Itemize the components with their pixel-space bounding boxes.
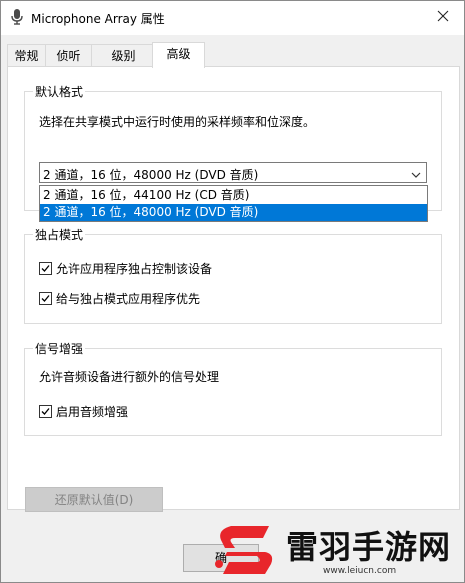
close-button[interactable] [432,6,454,28]
signal-enhancement-legend: 信号增强 [33,340,86,357]
enable-enhancement-checkbox[interactable]: 启用音频增强 [39,403,128,420]
exclusive-mode-legend: 独占模式 [33,226,86,243]
title-bar[interactable]: Microphone Array 属性 [1,1,464,35]
watermark: 雷羽手游网 www.leiucn.com [213,520,461,582]
signal-enhancement-description: 允许音频设备进行额外的信号处理 [39,370,220,384]
default-format-legend: 默认格式 [33,83,86,100]
format-option-cd[interactable]: 2 通道，16 位，44100 Hz (CD 音质) [40,187,427,204]
enable-enhancement-label: 启用音频增强 [56,405,129,419]
signal-enhancement-group: 信号增强 [24,340,442,436]
chevron-down-icon [411,168,421,182]
checkbox-checked-icon [39,262,52,275]
exclusive-mode-group: 独占模式 [24,226,442,324]
tab-advanced[interactable]: 高级 [152,42,205,68]
properties-window: Microphone Array 属性 常规 侦听 级别 高级 默认格式 选择在… [0,0,465,583]
checkbox-checked-icon [39,405,52,418]
close-icon [437,10,449,22]
restore-defaults-button[interactable]: 还原默认值(D) [25,487,163,512]
tab-general[interactable]: 常规 [7,44,46,67]
give-priority-label: 给与独占模式应用程序优先 [56,292,201,306]
window-title: Microphone Array 属性 [31,12,165,26]
checkbox-checked-icon [39,292,52,305]
tab-levels[interactable]: 级别 [91,44,156,67]
microphone-icon [10,9,24,28]
allow-exclusive-label: 允许应用程序独占控制该设备 [56,262,213,276]
watermark-url: www.leiucn.com [323,566,397,576]
watermark-logo-icon [215,526,273,574]
watermark-brand: 雷羽手游网 [286,528,452,566]
default-format-selected: 2 通道，16 位，48000 Hz (DVD 音质) [43,168,259,182]
allow-exclusive-checkbox[interactable]: 允许应用程序独占控制该设备 [39,260,212,277]
default-format-dropdown: 2 通道，16 位，44100 Hz (CD 音质) 2 通道，16 位，480… [39,185,428,222]
default-format-select[interactable]: 2 通道，16 位，48000 Hz (DVD 音质) [39,162,427,183]
tab-listen[interactable]: 侦听 [45,44,92,67]
default-format-description: 选择在共享模式中运行时使用的采样频率和位深度。 [39,115,316,129]
give-priority-checkbox[interactable]: 给与独占模式应用程序优先 [39,290,200,307]
format-option-dvd[interactable]: 2 通道，16 位，48000 Hz (DVD 音质) [40,204,427,221]
